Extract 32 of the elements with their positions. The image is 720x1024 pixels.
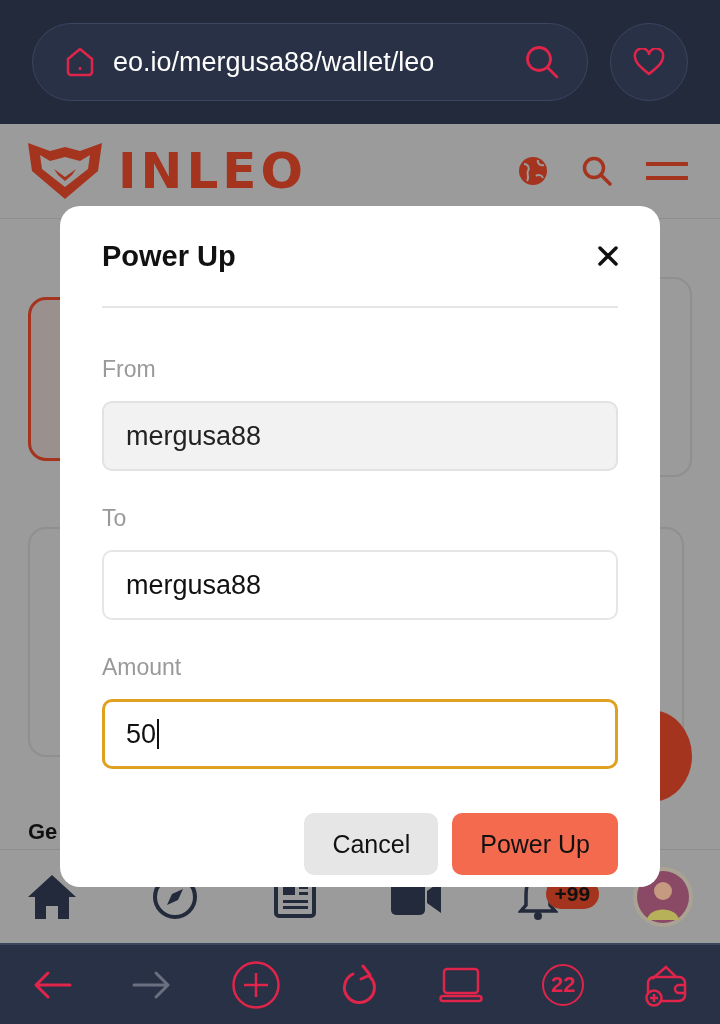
url-text: eo.io/mergusa88/wallet/leo xyxy=(113,46,436,78)
search-icon[interactable] xyxy=(525,45,559,79)
field-label: Amount xyxy=(102,654,183,681)
heart-icon xyxy=(633,48,665,76)
section-heading: Ge xyxy=(28,819,58,845)
forward-arrow-icon xyxy=(131,969,172,1000)
search-icon[interactable] xyxy=(582,156,612,186)
field-label: From xyxy=(102,356,157,383)
new-tab-button[interactable] xyxy=(231,959,282,1010)
field-label: To xyxy=(102,505,128,532)
address-bar[interactable]: eo.io/mergusa88/wallet/leo xyxy=(32,23,588,101)
home-tab[interactable] xyxy=(26,872,78,921)
reload-button[interactable] xyxy=(340,963,379,1006)
power-up-button[interactable]: Power Up xyxy=(452,813,618,875)
logo-text: INLEO xyxy=(118,142,307,200)
input-field[interactable]: mergusa88 xyxy=(102,550,618,620)
home-icon[interactable] xyxy=(65,46,95,78)
back-button[interactable] xyxy=(32,969,72,1000)
lion-logo-icon xyxy=(28,143,102,199)
menu-icon[interactable] xyxy=(646,161,688,181)
home-icon xyxy=(26,872,78,921)
globe-icon[interactable] xyxy=(518,156,548,186)
back-arrow-icon xyxy=(32,969,72,1000)
desktop-button[interactable] xyxy=(438,966,483,1003)
close-button[interactable] xyxy=(598,246,618,266)
plus-circle-icon xyxy=(231,959,282,1010)
reload-icon xyxy=(340,963,379,1006)
cancel-button[interactable]: Cancel xyxy=(304,813,439,875)
close-icon xyxy=(598,246,618,266)
laptop-icon xyxy=(438,966,483,1003)
input-field[interactable]: 50 xyxy=(102,699,618,769)
dialog-title: Power Up xyxy=(102,239,236,273)
